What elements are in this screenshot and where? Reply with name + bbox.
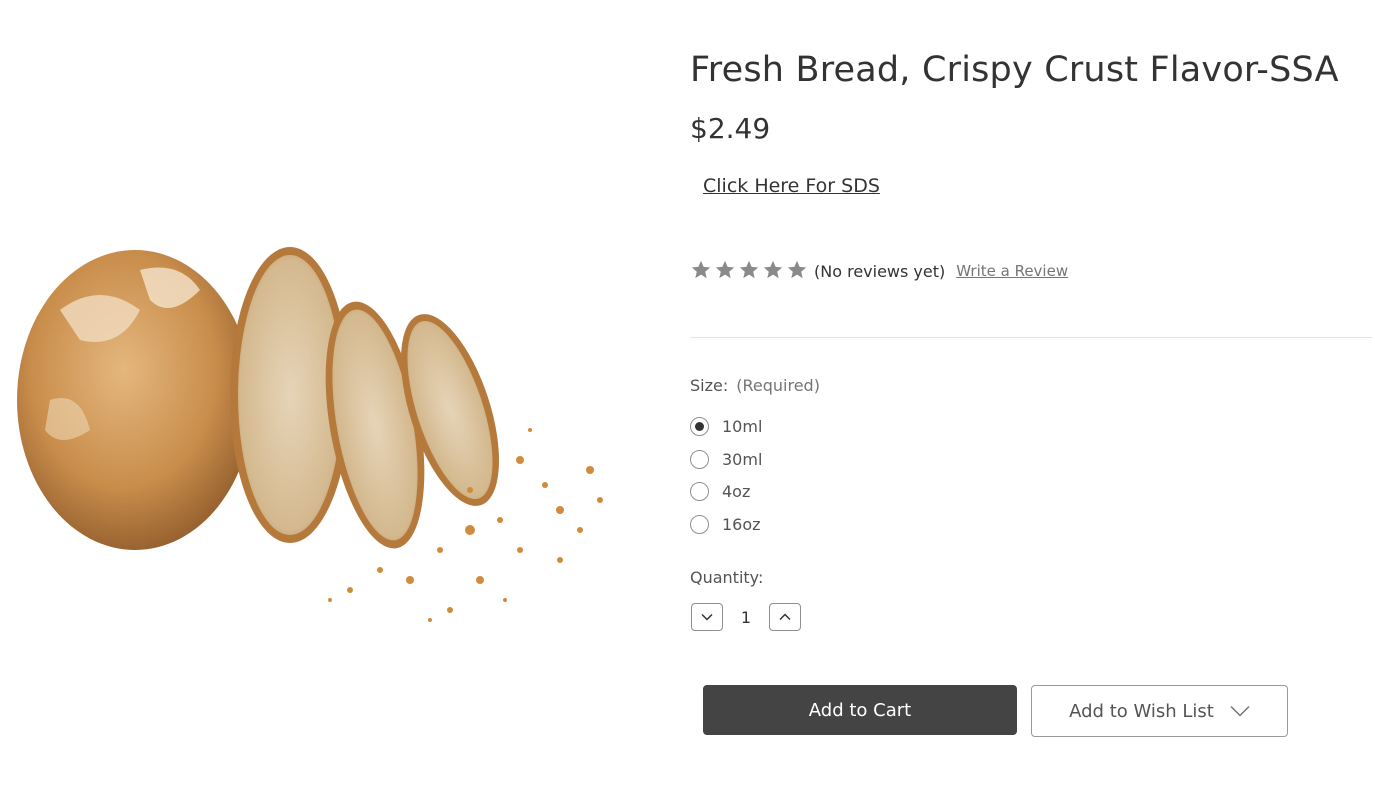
size-option-label: 10ml [722,416,763,436]
chevron-up-icon [779,613,791,621]
bread-image [17,247,603,622]
quantity-stepper: 1 [691,603,801,631]
star-icon [714,259,738,283]
size-option-16oz[interactable]: 16oz [690,508,762,541]
size-label: Size: (Required) [690,376,820,395]
star-icon [738,259,762,283]
add-to-cart-button[interactable]: Add to Cart [703,685,1017,735]
product-title: Fresh Bread, Crispy Crust Flavor-SSA [690,50,1339,90]
size-option-label: 4oz [722,482,751,502]
radio-button[interactable] [690,482,709,502]
required-indicator: (Required) [736,376,820,395]
product-image[interactable] [0,200,640,670]
size-label-text: Size: [690,376,729,395]
size-option-30ml[interactable]: 30ml [690,443,762,476]
star-icon [690,259,714,283]
increase-quantity-button[interactable] [769,603,801,631]
chevron-down-icon [701,613,713,621]
quantity-label: Quantity: [690,568,764,587]
size-option-label: 16oz [722,514,761,534]
reviews-count: (No reviews yet) [814,261,946,281]
rating-row: (No reviews yet) Write a Review [690,258,1068,284]
star-icon [762,259,786,283]
size-option-label: 30ml [722,449,763,469]
radio-button[interactable] [690,449,709,469]
write-review-link[interactable]: Write a Review [956,262,1068,280]
star-rating [690,259,810,283]
add-to-wishlist-button[interactable]: Add to Wish List [1031,685,1288,737]
radio-button[interactable] [690,514,709,534]
radio-button-selected[interactable] [690,416,709,436]
quantity-input[interactable]: 1 [723,608,769,627]
wishlist-label: Add to Wish List [1069,700,1214,722]
product-price: $2.49 [690,112,771,145]
chevron-down-icon [1230,705,1250,717]
sds-link[interactable]: Click Here For SDS [703,175,880,197]
star-icon [786,259,810,283]
size-option-4oz[interactable]: 4oz [690,475,762,508]
size-options: 10ml 30ml 4oz 16oz [690,410,762,541]
decrease-quantity-button[interactable] [691,603,723,631]
size-option-10ml[interactable]: 10ml [690,410,762,443]
product-details: Fresh Bread, Crispy Crust Flavor-SSA $2.… [690,0,1375,808]
divider [690,337,1372,338]
